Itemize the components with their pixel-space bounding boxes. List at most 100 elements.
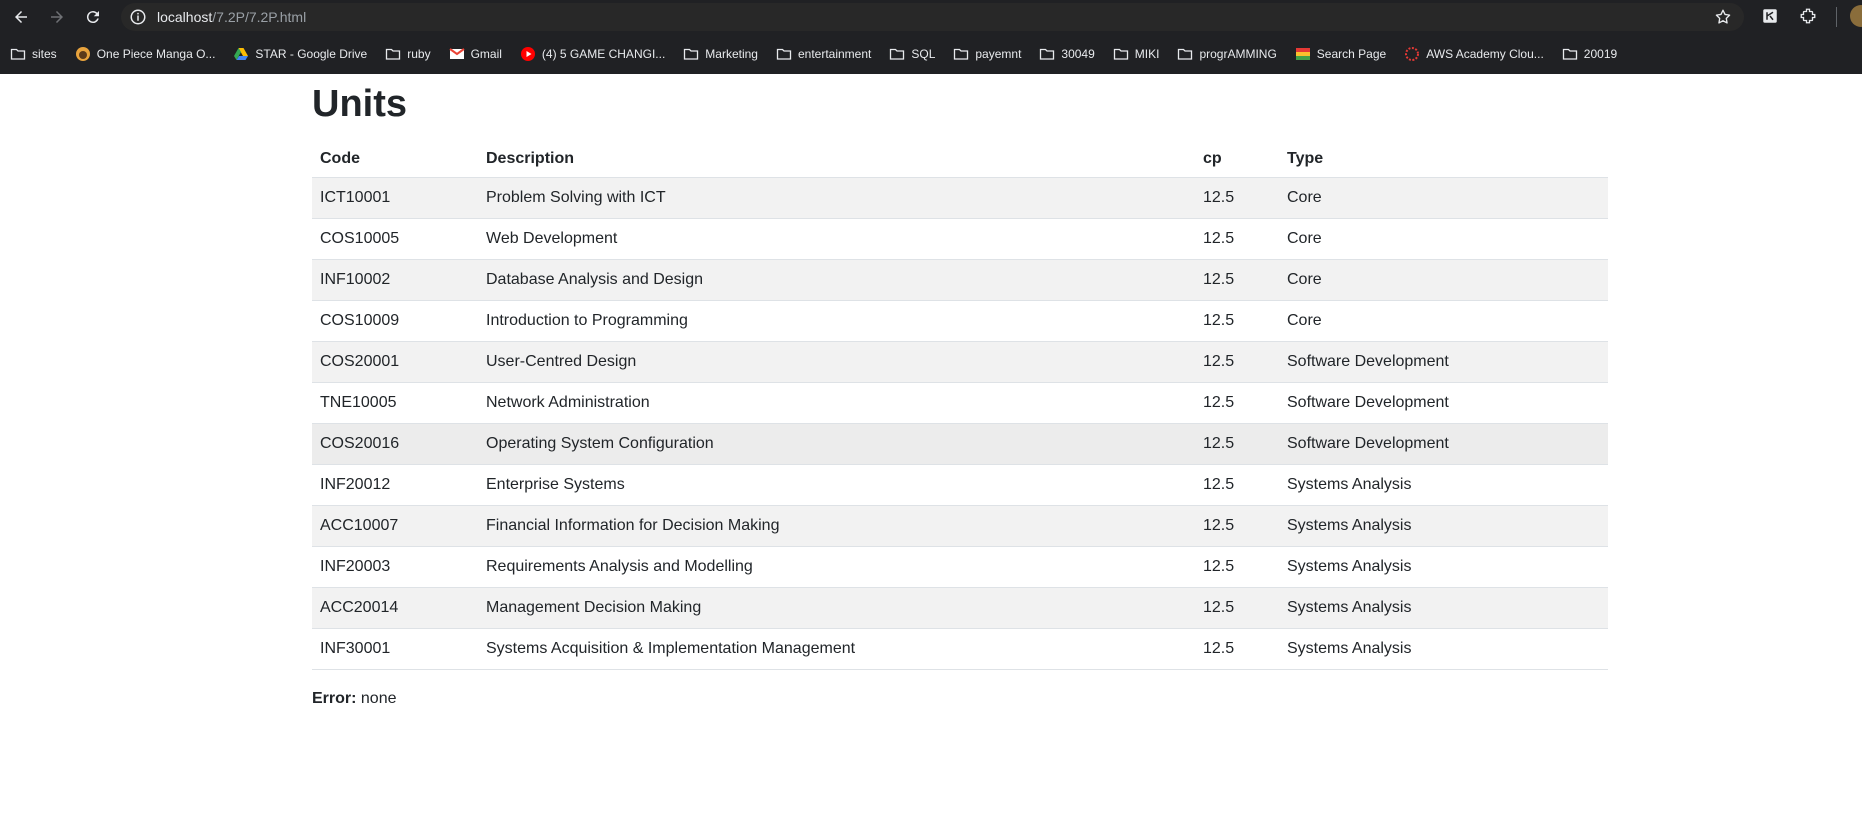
table-row: INF20003 Requirements Analysis and Modell… [312,546,1608,588]
bookmark-label: entertainment [797,47,872,61]
youtube-icon [520,46,536,62]
table-row: COS10005 Web Development 12.5 Core [312,218,1608,260]
cell-type: Systems Analysis [1279,546,1608,588]
bookmark-item[interactable]: progrAMMING [1177,42,1277,66]
table-row: TNE10005 Network Administration 12.5 Softwa… [312,382,1608,424]
arrow-right-icon [51,11,63,23]
gmail-icon [448,46,465,62]
bookmark-label: ruby [407,47,431,61]
error-label: Error: [312,689,357,707]
bookmark-item[interactable]: (4) 5 GAME CHANGI... [520,42,665,66]
table-row: ACC10007 Financial Information for Decisi… [312,505,1608,547]
cell-type: Systems Analysis [1279,464,1608,506]
table-row: ICT10001 Problem Solving with ICT 12.5 Core [312,177,1608,219]
error-line: Error: none [312,690,1608,708]
address-bar[interactable]: localhost/7.2P/7.2P.html [121,3,1744,31]
cell-cp: 12.5 [1195,177,1279,219]
bookmark-item[interactable]: MIKI [1113,42,1159,66]
cell-cp: 12.5 [1195,423,1279,465]
page-title: Units [312,83,407,125]
bookmark-item[interactable]: AWS Academy Clou... [1404,42,1544,66]
cell-description: Problem Solving with ICT [478,177,1195,219]
cell-type: Systems Analysis [1279,505,1608,547]
cell-cp: 12.5 [1195,341,1279,383]
folder-icon [776,46,792,62]
cell-code: COS10009 [312,300,478,342]
bookmark-label: sites [32,47,57,61]
bookmark-item[interactable]: Gmail [448,42,502,66]
extensions-puzzle-icon[interactable] [1799,7,1817,25]
bookmark-label: Search Page [1316,47,1387,61]
browser-chrome: localhost/7.2P/7.2P.html sites One Piece … [0,0,1862,74]
cell-description: Web Development [478,218,1195,260]
cell-code: COS10005 [312,218,478,260]
main-container: Units Code Description cp Type ICT10001 P… [312,74,1608,708]
bookmarks-bar: sites One Piece Manga O... STAR - Google D… [0,34,1862,74]
search-page-favicon [1295,46,1311,62]
cell-type: Software Development [1279,382,1608,424]
cell-cp: 12.5 [1195,505,1279,547]
reload-icon [86,11,99,24]
bookmark-item[interactable]: 20019 [1562,42,1617,66]
bookmark-label: STAR - Google Drive [255,47,368,61]
cell-type: Software Development [1279,423,1608,465]
bookmark-item[interactable]: sites [10,42,57,66]
arrow-left-icon [15,11,27,23]
bookmark-star-icon[interactable] [1714,8,1732,26]
bookmark-item[interactable]: 30049 [1039,42,1095,66]
cell-type: Systems Analysis [1279,628,1608,670]
back-button[interactable] [10,6,32,28]
cell-code: COS20016 [312,423,478,465]
cell-description: Systems Acquisition & Implementation Man… [478,628,1195,670]
cell-cp: 12.5 [1195,218,1279,260]
folder-icon [889,46,905,62]
bookmark-item[interactable]: STAR - Google Drive [233,42,367,66]
folder-icon [1562,46,1578,62]
cell-description: Financial Information for Decision Makin… [478,505,1195,547]
bookmark-item[interactable]: entertainment [776,42,871,66]
error-value: none [360,689,397,707]
table-row: ACC20014 Management Decision Making 12.5 Sy… [312,587,1608,629]
table-row: INF30001 Systems Acquisition & Implementa… [312,628,1608,670]
folder-icon [1039,46,1055,62]
reload-button[interactable] [82,6,104,28]
url-host: localhost [157,9,213,25]
profile-avatar[interactable] [1850,5,1862,27]
manga-favicon [75,46,91,62]
cell-type: Systems Analysis [1279,587,1608,629]
folder-icon [10,46,26,62]
bookmark-label: Gmail [470,47,502,61]
bookmark-item[interactable]: SQL [889,42,935,66]
units-table: Code Description cp Type ICT10001 Problem… [312,141,1608,670]
bookmark-item[interactable]: ruby [385,42,431,66]
folder-icon [385,46,401,62]
units-table-body: ICT10001 Problem Solving with ICT 12.5 Core… [312,177,1608,670]
cell-description: Operating System Configuration [478,423,1195,465]
url-text[interactable]: localhost/7.2P/7.2P.html [157,9,306,25]
bookmark-label: 30049 [1061,47,1095,61]
forward-button[interactable] [46,6,68,28]
table-row: COS20001 User-Centred Design 12.5 Software … [312,341,1608,383]
bookmark-item[interactable]: payemnt [953,42,1021,66]
folder-icon [1113,46,1129,62]
google-drive-icon [233,46,249,62]
cell-description: Network Administration [478,382,1195,424]
table-header-row: Code Description cp Type [312,141,1608,178]
cell-description: Requirements Analysis and Modelling [478,546,1195,588]
cell-description: Management Decision Making [478,587,1195,629]
bookmark-label: One Piece Manga O... [96,47,216,61]
cell-code: COS20001 [312,341,478,383]
folder-icon [683,46,699,62]
page-content: Units Code Description cp Type ICT10001 P… [0,74,1862,835]
site-info-icon[interactable] [129,8,147,26]
url-path: /7.2P/7.2P.html [212,9,307,25]
cell-cp: 12.5 [1195,628,1279,670]
cell-description: Enterprise Systems [478,464,1195,506]
cell-cp: 12.5 [1195,259,1279,301]
bookmark-item[interactable]: One Piece Manga O... [75,42,216,66]
table-row: INF10002 Database Analysis and Design 12.5… [312,259,1608,301]
bookmark-item[interactable]: Marketing [683,42,758,66]
bookmark-item[interactable]: Search Page [1295,42,1386,66]
extension-icon[interactable] [1761,7,1779,25]
aws-favicon [1404,46,1420,62]
